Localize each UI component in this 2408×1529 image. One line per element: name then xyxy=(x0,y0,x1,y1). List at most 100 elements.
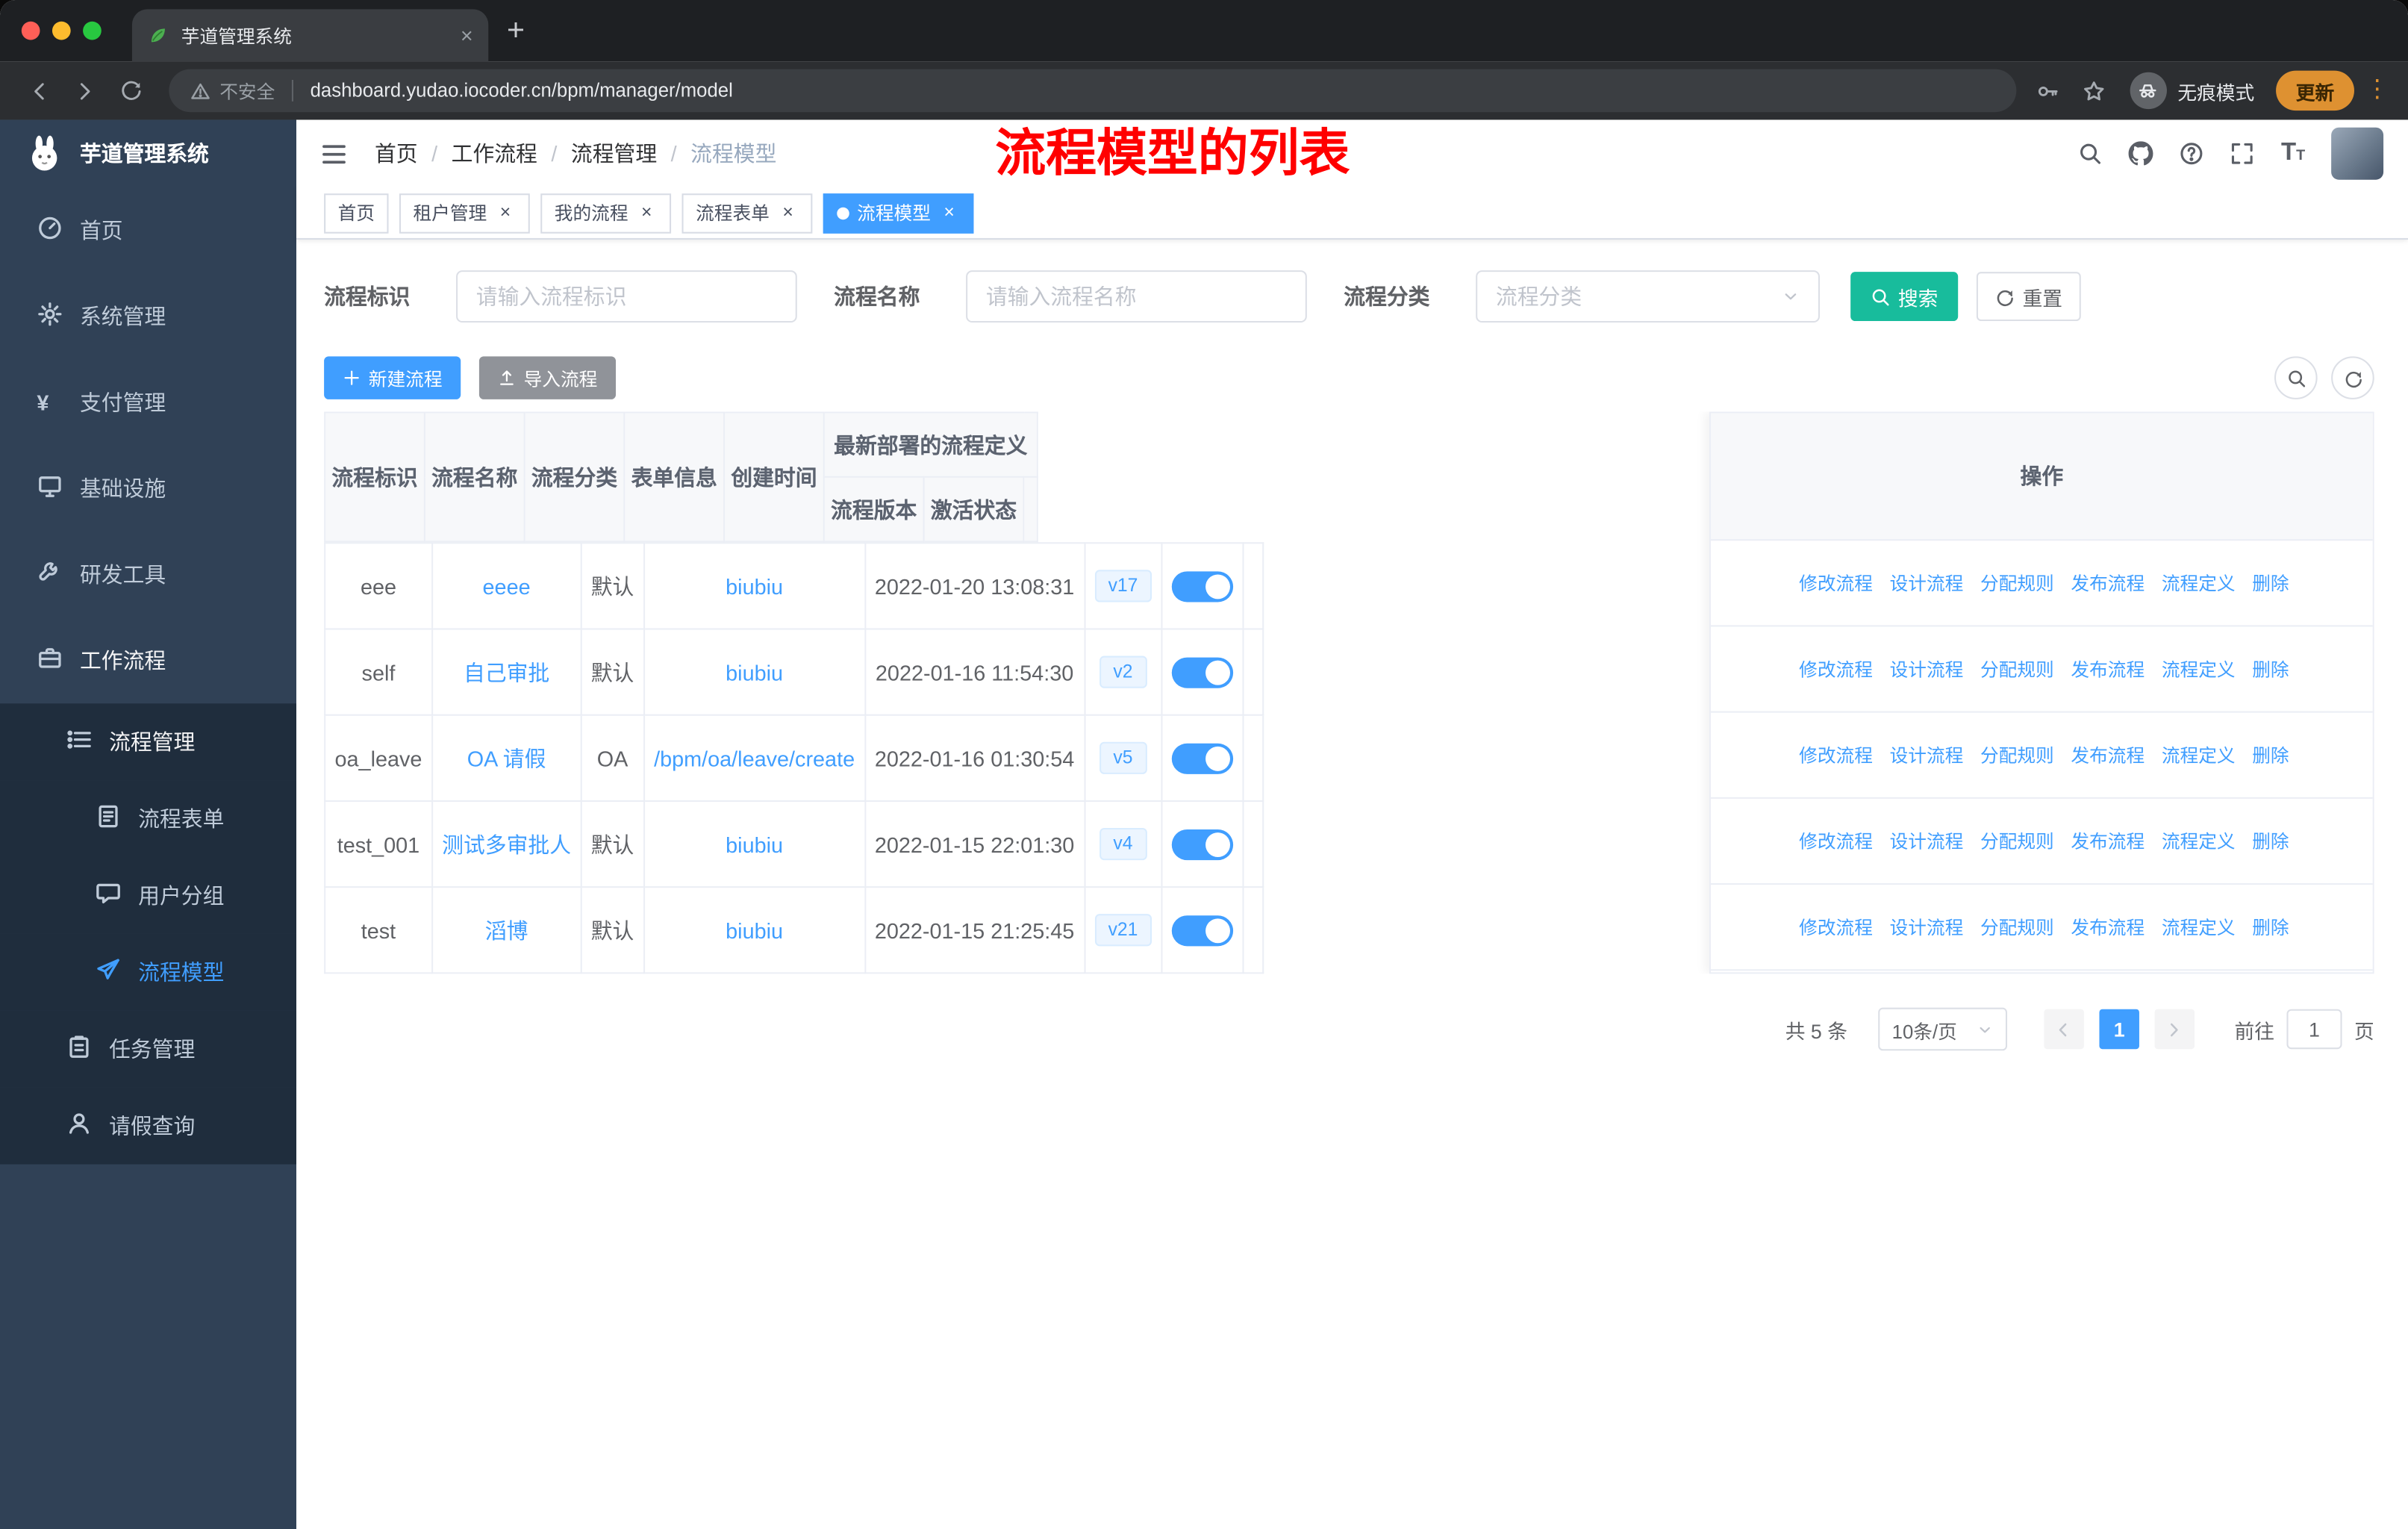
assign-rule-link[interactable]: 分配规则 xyxy=(1976,570,2054,611)
edit-process-link[interactable]: 修改流程 xyxy=(1794,828,1873,869)
hamburger-icon[interactable] xyxy=(321,140,347,166)
reset-button[interactable]: 重置 xyxy=(1976,272,2081,321)
window-zoom-button[interactable] xyxy=(83,21,102,40)
tag-home[interactable]: 首页 xyxy=(324,193,389,233)
publish-process-link[interactable]: 发布流程 xyxy=(2066,656,2145,697)
tag-close-icon[interactable]: × xyxy=(777,202,799,224)
sidebar-item-infrastructure[interactable]: 基础设施 xyxy=(0,446,296,532)
window-close-button[interactable] xyxy=(21,21,40,40)
sidebar-item-leave-query[interactable]: 请假查询 xyxy=(0,1087,297,1165)
version-badge[interactable]: v21 xyxy=(1094,913,1152,947)
process-name-link[interactable]: OA 请假 xyxy=(467,746,546,770)
design-process-link[interactable]: 设计流程 xyxy=(1885,570,1963,613)
user-avatar[interactable] xyxy=(2331,127,2384,180)
publish-process-link[interactable]: 发布流程 xyxy=(2066,914,2145,955)
breadcrumb-item[interactable]: 流程管理 xyxy=(571,138,657,169)
sidebar-item-process-management[interactable]: 流程管理 xyxy=(0,703,297,781)
tag-process-model[interactable]: 流程模型 × xyxy=(823,193,974,233)
goto-page-input[interactable] xyxy=(2286,1009,2342,1050)
process-definition-link[interactable]: 流程定义 xyxy=(2157,914,2236,954)
bookmark-star-icon[interactable] xyxy=(2074,71,2114,110)
sidebar-item-process-model[interactable]: 流程模型 xyxy=(0,933,297,1011)
create-process-button[interactable]: 新建流程 xyxy=(324,356,461,399)
tag-close-icon[interactable]: × xyxy=(636,202,658,224)
version-badge[interactable]: v17 xyxy=(1094,569,1152,603)
process-definition-link[interactable]: 流程定义 xyxy=(2157,828,2236,868)
github-icon[interactable] xyxy=(2129,141,2154,166)
design-process-link[interactable]: 设计流程 xyxy=(1885,828,1963,871)
edit-process-link[interactable]: 修改流程 xyxy=(1794,656,1873,697)
help-icon[interactable] xyxy=(2180,141,2204,166)
active-toggle[interactable] xyxy=(1171,915,1233,946)
tag-my-process[interactable]: 我的流程 × xyxy=(540,193,672,233)
tag-close-icon[interactable]: × xyxy=(495,202,517,224)
page-size-select[interactable]: 10条/页 xyxy=(1878,1007,2007,1051)
new-tab-button[interactable]: + xyxy=(507,13,525,48)
toggle-search-button[interactable] xyxy=(2274,356,2318,399)
address-bar[interactable]: 不安全 dashboard.yudao.iocoder.cn/bpm/manag… xyxy=(169,69,2017,113)
active-toggle[interactable] xyxy=(1171,570,1233,602)
sidebar-item-workflow[interactable]: 工作流程 xyxy=(0,617,296,703)
form-info-link[interactable]: biubiu xyxy=(726,918,783,942)
sidebar-item-home[interactable]: 首页 xyxy=(0,187,296,273)
sidebar-item-process-form[interactable]: 流程表单 xyxy=(0,780,297,858)
delete-link[interactable]: 删除 xyxy=(2248,914,2289,956)
design-process-link[interactable]: 设计流程 xyxy=(1885,742,1963,785)
browser-menu-icon[interactable]: ⋮ xyxy=(2365,78,2389,103)
assign-rule-link[interactable]: 分配规则 xyxy=(1976,828,2054,869)
form-info-link[interactable]: /bpm/oa/leave/create xyxy=(654,746,855,770)
edit-process-link[interactable]: 修改流程 xyxy=(1794,914,1873,955)
form-info-link[interactable]: biubiu xyxy=(726,832,783,856)
sidebar-item-payment-management[interactable]: ¥ 支付管理 xyxy=(0,359,296,445)
process-key-input[interactable] xyxy=(456,270,797,323)
process-definition-link[interactable]: 流程定义 xyxy=(2157,570,2236,610)
security-warning-icon[interactable] xyxy=(190,81,210,101)
font-size-icon[interactable]: TT xyxy=(2281,140,2305,166)
assign-rule-link[interactable]: 分配规则 xyxy=(1976,742,2054,783)
browser-tab[interactable]: 芋道管理系统 × xyxy=(131,9,489,62)
search-button[interactable]: 搜索 xyxy=(1850,272,1959,321)
process-name-input[interactable] xyxy=(966,270,1307,323)
reload-button[interactable] xyxy=(110,71,150,110)
delete-link[interactable]: 删除 xyxy=(2248,742,2289,783)
page-number-button[interactable]: 1 xyxy=(2099,1009,2139,1050)
breadcrumb-item[interactable]: 首页 xyxy=(375,138,418,169)
delete-link[interactable]: 删除 xyxy=(2248,656,2289,697)
active-toggle[interactable] xyxy=(1171,656,1233,688)
delete-link[interactable]: 删除 xyxy=(2248,828,2289,869)
process-category-select[interactable]: 流程分类 xyxy=(1476,270,1821,323)
fullscreen-icon[interactable] xyxy=(2230,141,2255,166)
key-icon[interactable] xyxy=(2029,71,2068,110)
active-toggle[interactable] xyxy=(1171,742,1233,773)
process-definition-link[interactable]: 流程定义 xyxy=(2157,656,2236,696)
import-process-button[interactable]: 导入流程 xyxy=(478,356,617,399)
tag-close-icon[interactable]: × xyxy=(938,202,960,224)
back-button[interactable] xyxy=(19,71,58,110)
tag-tenant-management[interactable]: 租户管理 × xyxy=(399,193,530,233)
version-badge[interactable]: v4 xyxy=(1099,827,1147,861)
sidebar-item-task-management[interactable]: 任务管理 xyxy=(0,1010,297,1088)
active-toggle[interactable] xyxy=(1171,828,1233,860)
form-info-link[interactable]: biubiu xyxy=(726,660,783,685)
next-page-button[interactable] xyxy=(2154,1009,2195,1050)
search-icon[interactable] xyxy=(2078,141,2103,166)
forward-button[interactable] xyxy=(64,71,104,110)
process-name-link[interactable]: 测试多审批人 xyxy=(442,832,571,856)
version-badge[interactable]: v2 xyxy=(1099,655,1147,689)
publish-process-link[interactable]: 发布流程 xyxy=(2066,828,2145,868)
tag-process-form[interactable]: 流程表单 × xyxy=(681,193,813,233)
assign-rule-link[interactable]: 分配规则 xyxy=(1976,656,2054,697)
process-definition-link[interactable]: 流程定义 xyxy=(2157,742,2236,782)
design-process-link[interactable]: 设计流程 xyxy=(1885,914,1963,957)
window-minimize-button[interactable] xyxy=(52,21,71,40)
edit-process-link[interactable]: 修改流程 xyxy=(1794,570,1873,611)
refresh-table-button[interactable] xyxy=(2331,356,2374,399)
edit-process-link[interactable]: 修改流程 xyxy=(1794,742,1873,783)
design-process-link[interactable]: 设计流程 xyxy=(1885,656,1963,699)
tab-close-icon[interactable]: × xyxy=(461,23,473,48)
update-button[interactable]: 更新 xyxy=(2276,70,2354,111)
breadcrumb-item[interactable]: 工作流程 xyxy=(452,138,537,169)
process-name-link[interactable]: 自己审批 xyxy=(464,660,549,685)
version-badge[interactable]: v5 xyxy=(1099,741,1147,775)
app-logo[interactable]: 芋道管理系统 xyxy=(0,119,296,187)
